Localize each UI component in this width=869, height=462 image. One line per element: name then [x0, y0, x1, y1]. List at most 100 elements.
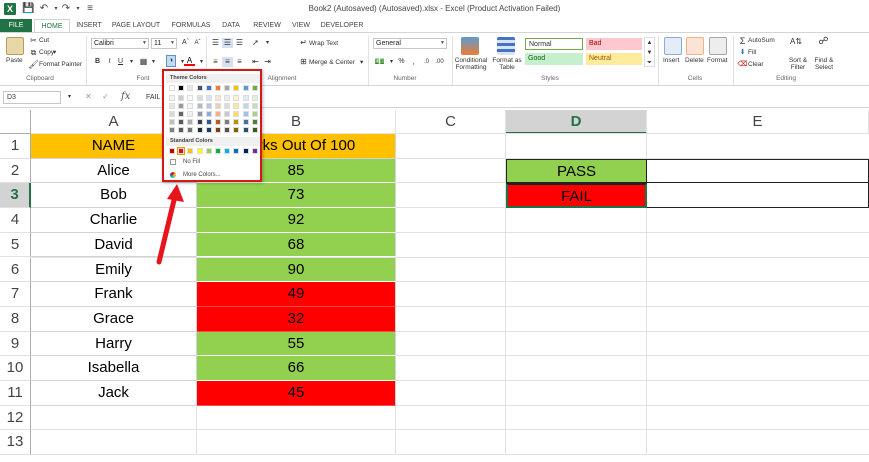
- theme-color-swatch[interactable]: [251, 111, 258, 117]
- select-all-corner[interactable]: [0, 110, 31, 134]
- insert-function-icon[interactable]: fx: [121, 91, 130, 102]
- row-header-12[interactable]: 12: [0, 405, 31, 431]
- theme-color-swatch[interactable]: [233, 85, 240, 91]
- theme-color-swatch[interactable]: [242, 111, 249, 117]
- style-bad[interactable]: Bad: [586, 38, 642, 50]
- align-middle-icon[interactable]: ☰: [222, 38, 233, 48]
- theme-color-swatch[interactable]: [205, 111, 212, 117]
- column-header-c[interactable]: C: [396, 110, 506, 134]
- paste-button[interactable]: Paste: [6, 57, 23, 64]
- cut-button[interactable]: Cut: [39, 37, 49, 44]
- theme-color-swatch[interactable]: [224, 127, 231, 133]
- fill-icon[interactable]: ⬇: [737, 48, 748, 58]
- standard-color-swatch[interactable]: [177, 147, 186, 155]
- row-header-10[interactable]: 10: [0, 356, 31, 381]
- theme-color-swatch[interactable]: [196, 127, 203, 133]
- copy-dropdown-icon[interactable]: ▾: [53, 48, 56, 56]
- theme-color-swatch[interactable]: [196, 111, 203, 117]
- theme-color-swatch[interactable]: [233, 95, 240, 101]
- theme-color-swatch[interactable]: [224, 95, 231, 101]
- cell-e3[interactable]: [647, 183, 869, 209]
- more-colors-option[interactable]: More Colors...: [183, 172, 221, 178]
- tab-home[interactable]: HOME: [34, 19, 70, 32]
- theme-color-swatch[interactable]: [251, 119, 258, 125]
- increase-indent-icon[interactable]: ⇥: [262, 57, 273, 67]
- theme-color-swatch[interactable]: [251, 95, 258, 101]
- theme-color-swatch[interactable]: [187, 103, 194, 109]
- standard-color-swatch[interactable]: [205, 148, 212, 154]
- theme-color-swatch[interactable]: [178, 95, 185, 101]
- theme-color-swatch[interactable]: [187, 119, 194, 125]
- conditional-formatting-button[interactable]: Conditional Formatting: [453, 57, 489, 71]
- align-right-icon[interactable]: ≡: [234, 57, 245, 67]
- wrap-text-icon[interactable]: ↵: [298, 38, 309, 48]
- tab-developer[interactable]: DEVELOPER: [320, 19, 364, 32]
- theme-color-swatch[interactable]: [205, 103, 212, 109]
- cell-marks[interactable]: 55: [197, 331, 396, 357]
- name-box-dropdown-icon[interactable]: ▾: [64, 92, 75, 102]
- cell-marks[interactable]: 92: [197, 208, 396, 233]
- tab-page-layout[interactable]: PAGE LAYOUT: [110, 19, 162, 32]
- styles-gallery-scroll[interactable]: ▲ ▼ ⏷: [644, 37, 655, 67]
- theme-color-swatch[interactable]: [205, 127, 212, 133]
- cell-name[interactable]: Frank: [31, 282, 197, 307]
- align-top-icon[interactable]: ☰: [210, 38, 221, 48]
- theme-color-swatch[interactable]: [233, 119, 240, 125]
- theme-color-swatch[interactable]: [215, 119, 221, 125]
- theme-color-swatch[interactable]: [187, 111, 194, 117]
- row-header-7[interactable]: 7: [0, 282, 31, 307]
- decrease-font-icon[interactable]: Aˇ: [192, 38, 203, 48]
- format-cells-button[interactable]: Format: [707, 57, 728, 64]
- cell-d3[interactable]: FAIL: [506, 183, 647, 209]
- fill-button[interactable]: Fill: [748, 49, 756, 56]
- theme-color-swatch[interactable]: [178, 111, 185, 117]
- theme-color-swatch[interactable]: [242, 103, 249, 109]
- theme-color-swatch[interactable]: [187, 85, 194, 91]
- merge-center-icon[interactable]: ⊞: [298, 57, 309, 67]
- theme-color-swatch[interactable]: [251, 103, 258, 109]
- tab-review[interactable]: REVIEW: [252, 19, 282, 32]
- format-painter-button[interactable]: Format Painter: [39, 61, 82, 68]
- standard-color-swatch[interactable]: [215, 148, 221, 154]
- theme-color-swatch[interactable]: [187, 95, 194, 101]
- row-header-5[interactable]: 5: [0, 232, 31, 258]
- cell-marks[interactable]: 73: [197, 183, 396, 209]
- row-header-13[interactable]: 13: [0, 430, 31, 456]
- copy-icon[interactable]: ⧉: [28, 48, 39, 58]
- name-box[interactable]: D3: [3, 91, 61, 104]
- cell-marks[interactable]: 68: [197, 232, 396, 258]
- bold-icon[interactable]: B: [92, 57, 103, 67]
- theme-color-swatch[interactable]: [224, 103, 231, 109]
- format-painter-icon[interactable]: 🖌: [28, 60, 39, 70]
- cell-marks[interactable]: 66: [197, 356, 396, 381]
- insert-cells-icon[interactable]: [664, 37, 682, 55]
- sort-filter-icon[interactable]: A⇅: [790, 37, 802, 53]
- align-bottom-icon[interactable]: ☰: [234, 38, 245, 48]
- theme-color-swatch[interactable]: [242, 95, 249, 101]
- standard-color-swatch[interactable]: [251, 148, 258, 154]
- theme-color-swatch[interactable]: [205, 85, 212, 91]
- theme-color-swatch[interactable]: [215, 103, 221, 109]
- column-header-d[interactable]: D: [506, 110, 647, 134]
- font-color-icon[interactable]: A: [184, 56, 195, 66]
- theme-color-swatch[interactable]: [178, 103, 185, 109]
- paste-icon[interactable]: [6, 37, 24, 55]
- font-size-select[interactable]: 11 ▼: [151, 38, 177, 49]
- cut-icon[interactable]: ✂: [28, 36, 39, 46]
- decrease-decimal-icon[interactable]: .00: [434, 57, 445, 67]
- wrap-text-button[interactable]: Wrap Text: [309, 40, 338, 47]
- decrease-indent-icon[interactable]: ⇤: [250, 57, 261, 67]
- find-select-button[interactable]: Find & Select: [810, 57, 838, 71]
- row-header-2[interactable]: 2: [0, 158, 31, 184]
- increase-font-icon[interactable]: Aˆ: [180, 38, 191, 48]
- standard-color-swatch[interactable]: [224, 148, 231, 154]
- cell-e2[interactable]: [647, 158, 869, 184]
- orientation-icon[interactable]: ➚: [250, 38, 261, 48]
- font-name-select[interactable]: Calibri ▼: [91, 38, 149, 49]
- row-header-11[interactable]: 11: [0, 381, 31, 406]
- cell-name[interactable]: Isabella: [31, 356, 197, 381]
- cell-name[interactable]: Grace: [31, 306, 197, 332]
- autosum-button[interactable]: AutoSum: [748, 37, 775, 44]
- style-normal[interactable]: Normal: [525, 38, 583, 50]
- theme-color-swatch[interactable]: [233, 127, 240, 133]
